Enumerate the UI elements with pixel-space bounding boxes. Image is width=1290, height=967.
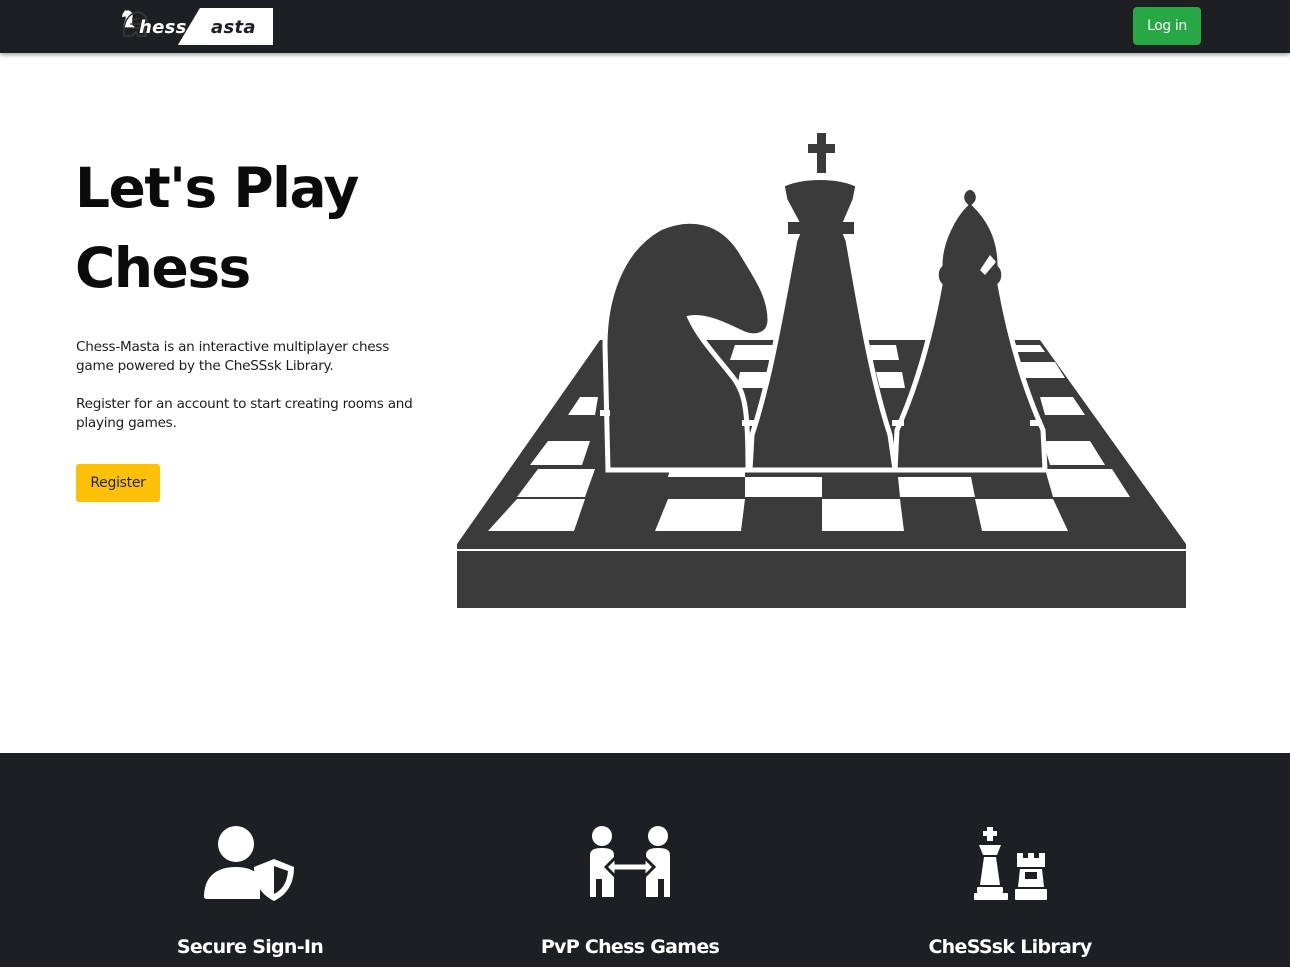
navbar: hess asta Log in — [0, 0, 1290, 53]
feature-chessk-library: CheSSsk Library — [860, 753, 1160, 967]
hero-description: Chess-Masta is an interactive multiplaye… — [76, 339, 390, 374]
hero-title-line2: Chess — [75, 236, 251, 300]
chess-king-rook-icon — [974, 827, 1047, 900]
hero-title: Let's Play Chess — [75, 148, 435, 308]
feature-secure-sign-in: Secure Sign-In — [100, 753, 400, 967]
user-shield-icon — [204, 826, 294, 901]
hero-register-prompt: Register for an account to start creatin… — [76, 396, 413, 431]
people-arrows-icon — [590, 826, 670, 897]
feature-title: CheSSsk Library — [928, 936, 1092, 958]
login-button[interactable]: Log in — [1133, 7, 1201, 45]
brand-logo[interactable]: hess asta — [120, 8, 273, 45]
feature-pvp-chess-games: PvP Chess Games — [480, 753, 780, 967]
feature-title: PvP Chess Games — [540, 936, 720, 958]
brand-name-part1: hess — [139, 17, 187, 38]
features-section: Secure Sign-In PvP Chess Games CheSSsk L… — [0, 753, 1290, 967]
register-button[interactable]: Register — [76, 464, 160, 502]
brand-name: hess asta — [139, 17, 256, 38]
hero-title-line1: Let's Play — [75, 156, 359, 220]
feature-title: Secure Sign-In — [176, 936, 324, 958]
brand-name-part2: asta — [211, 17, 256, 38]
chess-pieces-board-icon — [457, 133, 1186, 608]
